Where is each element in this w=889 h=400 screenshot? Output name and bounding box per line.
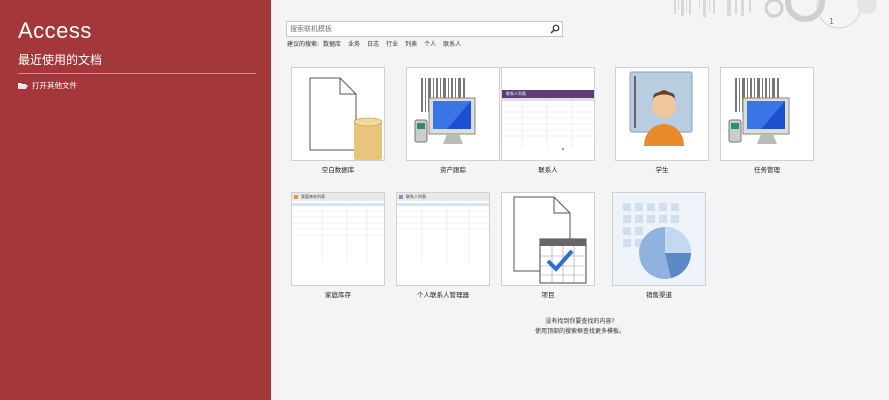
template-thumbnail [720, 67, 814, 161]
template-tile-task-management[interactable]: 任务管理 [720, 67, 814, 174]
main-area: 1 建议的搜索: 数据库 业务 日志 行业 列表 个人 联系人 空白数据库 [271, 0, 889, 400]
template-name: 销售渠道 [646, 291, 672, 299]
template-thumbnail [406, 67, 500, 161]
suggested-search-link[interactable]: 日志 [367, 39, 379, 48]
app-title: Access [18, 18, 92, 43]
template-tile-student[interactable]: 学生 [615, 67, 709, 174]
suggested-search-link[interactable]: 联系人 [443, 39, 461, 48]
mini-window-title: 联系人列表 [406, 194, 426, 199]
search-icon[interactable] [550, 24, 560, 34]
mini-window-title: 家庭库存列表 [301, 194, 325, 199]
not-found-title: 没有找到你要查找的内容? [545, 318, 615, 325]
template-thumbnail [615, 67, 709, 161]
template-tile-project[interactable]: 项目 [501, 192, 595, 299]
template-search-box [286, 21, 563, 37]
suggested-search-link[interactable]: 数据库 [323, 39, 341, 48]
template-thumbnail: 联系人列表 [396, 192, 490, 286]
template-tile-sales-pipeline[interactable]: 销售渠道 [612, 192, 706, 299]
suggested-search-link[interactable]: 行业 [386, 39, 398, 48]
template-tile-blank-database[interactable]: 空白数据库 [291, 67, 385, 174]
open-other-files-link[interactable]: 打开其他文件 [18, 80, 77, 91]
template-search-input[interactable] [290, 22, 545, 36]
template-tile-home-inventory[interactable]: 家庭库存列表 家庭库存 [291, 192, 385, 299]
personal-contacts-icon [397, 193, 489, 263]
project-icon [513, 196, 587, 284]
blank-database-icon [309, 77, 383, 160]
task-management-icon [728, 78, 790, 144]
template-thumbnail [501, 192, 595, 286]
sidebar-divider [18, 73, 256, 74]
mini-window-title: 联系人列表 [506, 91, 526, 96]
open-other-files-label: 打开其他文件 [32, 81, 77, 90]
svg-text:1: 1 [829, 17, 834, 26]
template-name: 个人联系人管理器 [417, 291, 469, 299]
template-thumbnail [291, 67, 385, 161]
decorative-pattern-icon: 1 [674, 0, 877, 29]
template-name: 项目 [541, 291, 555, 299]
contacts-icon [502, 90, 594, 150]
template-name: 学生 [655, 166, 669, 174]
suggested-searches: 建议的搜索: 数据库 业务 日志 行业 列表 个人 联系人 [287, 39, 468, 48]
template-thumbnail: 联系人列表 [501, 67, 595, 161]
suggested-search-link[interactable]: 列表 [405, 39, 417, 48]
suggested-searches-label: 建议的搜索: [287, 41, 320, 48]
template-name: 资产跟踪 [440, 166, 466, 174]
template-tile-personal-contacts-manager[interactable]: 联系人列表 个人联系人管理器 [396, 192, 490, 299]
home-inventory-icon [292, 193, 384, 263]
recent-documents-heading: 最近使用的文档 [18, 53, 103, 67]
template-name: 家庭库存 [325, 291, 351, 299]
template-tile-asset-tracking[interactable]: 资产跟踪 [406, 67, 500, 174]
folder-open-icon [18, 82, 28, 89]
sales-pipeline-icon [623, 203, 691, 279]
template-thumbnail [612, 192, 706, 286]
template-name: 联系人 [538, 166, 558, 174]
not-found-hint: 使用顶部的搜索框查找更多模板。 [534, 328, 625, 335]
student-icon [629, 71, 693, 146]
template-tile-contacts[interactable]: 联系人列表 联系人 [501, 67, 595, 174]
asset-tracking-icon [414, 78, 476, 144]
suggested-search-link[interactable]: 个人 [424, 39, 436, 48]
suggested-search-link[interactable]: 业务 [348, 39, 360, 48]
template-thumbnail: 家庭库存列表 [291, 192, 385, 286]
template-name: 空白数据库 [321, 166, 355, 174]
sidebar: Access 最近使用的文档 打开其他文件 [0, 0, 271, 400]
template-name: 任务管理 [754, 166, 780, 174]
